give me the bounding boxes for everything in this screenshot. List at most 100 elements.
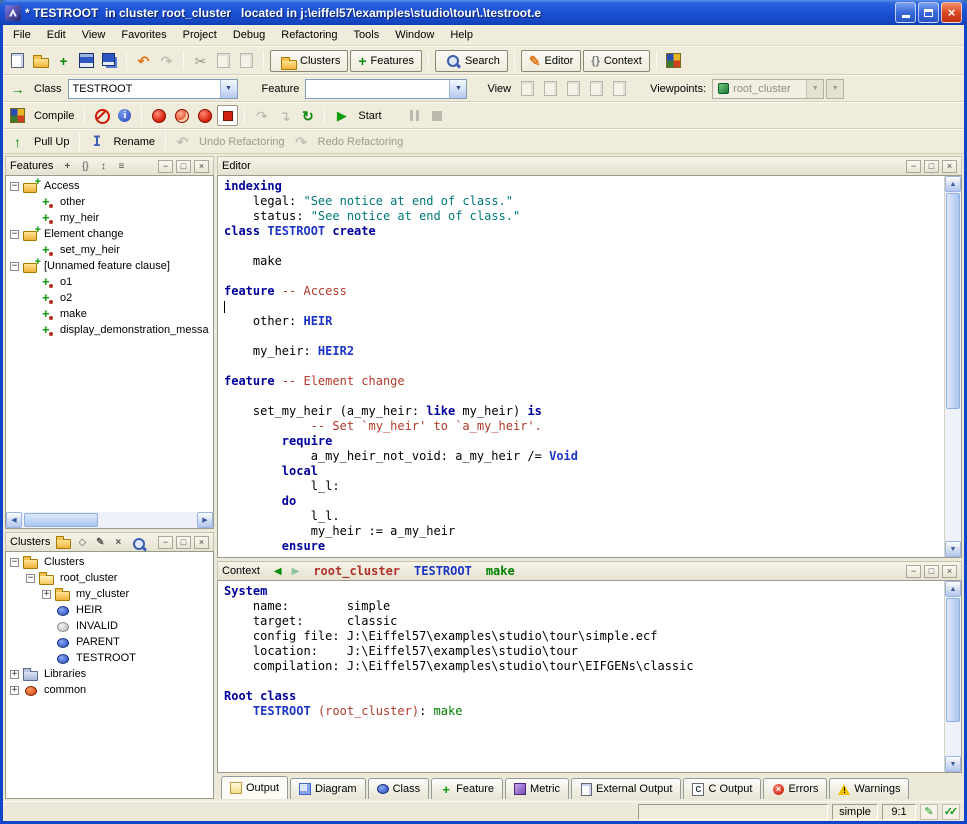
- open-file-button[interactable]: [30, 50, 51, 71]
- tree-item-my-heir[interactable]: my_heir: [6, 210, 213, 226]
- open-class-icon[interactable]: →: [7, 78, 28, 99]
- freeze-button[interactable]: [171, 105, 192, 126]
- code-line[interactable]: l_l:: [224, 479, 942, 494]
- code-line[interactable]: config file: J:\Eiffel57\examples\studio…: [224, 629, 942, 644]
- context-close-button[interactable]: ×: [942, 565, 957, 578]
- code-line[interactable]: set_my_heir (a_my_heir: like my_heir) is: [224, 404, 942, 419]
- tree-item-invalid[interactable]: INVALID: [6, 618, 213, 634]
- tab-metric[interactable]: Metric: [505, 778, 569, 799]
- collapse-icon[interactable]: −: [10, 262, 19, 271]
- code-line[interactable]: -- Set `my_heir' to `a_my_heir'.: [224, 419, 942, 434]
- context-vertical-scrollbar[interactable]: ▲ ▼: [944, 581, 961, 772]
- editor-code-area[interactable]: indexing legal: "See notice at end of cl…: [218, 176, 944, 557]
- tab-class[interactable]: Class: [368, 778, 430, 799]
- tab-warnings[interactable]: Warnings: [829, 778, 909, 799]
- breadcrumb-cluster[interactable]: root_cluster: [313, 564, 400, 578]
- features-close-button[interactable]: ×: [194, 160, 209, 173]
- breadcrumb-feature[interactable]: make: [486, 564, 515, 578]
- code-line[interactable]: [224, 359, 942, 374]
- new-file-button[interactable]: [7, 50, 28, 71]
- rename-button[interactable]: Rename: [109, 136, 159, 148]
- history-forward-icon[interactable]: ▶: [292, 566, 300, 577]
- code-line[interactable]: location: J:\Eiffel57\examples\studio\to…: [224, 644, 942, 659]
- editor-maximize-button[interactable]: □: [924, 160, 939, 173]
- tree-item-testroot[interactable]: TESTROOT: [6, 650, 213, 666]
- code-line[interactable]: indexing: [224, 179, 942, 194]
- search-cluster-icon[interactable]: [128, 535, 144, 550]
- tree-item-access[interactable]: −Access: [6, 178, 213, 194]
- collapse-icon[interactable]: −: [10, 230, 19, 239]
- tree-item-o1[interactable]: o1: [6, 274, 213, 290]
- menu-window[interactable]: Window: [387, 26, 442, 44]
- rename-icon[interactable]: I: [86, 131, 107, 152]
- features-maximize-button[interactable]: □: [176, 160, 191, 173]
- external-editor-button[interactable]: [663, 50, 684, 71]
- code-line[interactable]: Root class: [224, 689, 942, 704]
- code-line[interactable]: my_heir := a_my_heir: [224, 524, 942, 539]
- breadcrumb-class[interactable]: TESTROOT: [414, 564, 472, 578]
- sort-icon[interactable]: ↕: [95, 159, 111, 174]
- tree-item-root-cluster[interactable]: −root_cluster: [6, 570, 213, 586]
- code-line[interactable]: [224, 329, 942, 344]
- tree-item-o2[interactable]: o2: [6, 290, 213, 306]
- pull-up-icon[interactable]: ↑: [7, 131, 28, 152]
- edit-cluster-icon[interactable]: ✎: [92, 535, 108, 550]
- tree-item-libraries[interactable]: +Libraries: [6, 666, 213, 682]
- code-line[interactable]: a_my_heir_not_void: a_my_heir /= Void: [224, 449, 942, 464]
- tab-c-output[interactable]: C Output: [683, 778, 761, 799]
- scroll-up-icon[interactable]: ▲: [945, 176, 961, 192]
- features-minimize-button[interactable]: −: [158, 160, 173, 173]
- discard-assertions-button[interactable]: [91, 105, 112, 126]
- code-line[interactable]: feature -- Element change: [224, 374, 942, 389]
- save-button[interactable]: [76, 50, 97, 71]
- properties-icon[interactable]: ◇: [74, 535, 90, 550]
- vertical-scroll-thumb[interactable]: [946, 598, 960, 722]
- code-line[interactable]: feature -- Access: [224, 284, 942, 299]
- braces-icon[interactable]: {}: [77, 159, 93, 174]
- run-workbench-button[interactable]: ↻: [297, 105, 318, 126]
- precompile-button[interactable]: [217, 105, 238, 126]
- list-view-icon[interactable]: ≡: [113, 159, 129, 174]
- feature-combo[interactable]: ▼: [305, 79, 467, 99]
- features-button[interactable]: + Features: [350, 50, 422, 72]
- menu-favorites[interactable]: Favorites: [113, 26, 174, 44]
- code-line[interactable]: compilation: J:\Eiffel57\examples\studio…: [224, 659, 942, 674]
- tab-output[interactable]: Output: [221, 776, 288, 799]
- compile-icon[interactable]: [7, 105, 28, 126]
- features-horizontal-scrollbar[interactable]: ◀ ▶: [5, 512, 214, 529]
- scroll-up-icon[interactable]: ▲: [945, 581, 961, 597]
- code-line[interactable]: l_l.: [224, 509, 942, 524]
- menu-refactoring[interactable]: Refactoring: [273, 26, 345, 44]
- code-line[interactable]: target: classic: [224, 614, 942, 629]
- delete-cluster-icon[interactable]: ×: [110, 535, 126, 550]
- tree-item-other[interactable]: other: [6, 194, 213, 210]
- tab-external-output[interactable]: External Output: [571, 778, 681, 799]
- clusters-minimize-button[interactable]: −: [158, 536, 173, 549]
- code-line[interactable]: [224, 269, 942, 284]
- context-button[interactable]: {} Context: [583, 50, 649, 72]
- code-line[interactable]: [224, 674, 942, 689]
- expand-icon[interactable]: +: [10, 670, 19, 679]
- tree-item-make[interactable]: make: [6, 306, 213, 322]
- tree-item-set-my-heir[interactable]: set_my_heir: [6, 242, 213, 258]
- code-line[interactable]: System: [224, 584, 942, 599]
- code-line[interactable]: require: [224, 434, 942, 449]
- save-all-button[interactable]: [99, 50, 120, 71]
- tree-item-parent[interactable]: PARENT: [6, 634, 213, 650]
- menu-view[interactable]: View: [74, 26, 114, 44]
- history-back-icon[interactable]: ◀: [274, 566, 282, 577]
- class-combo[interactable]: TESTROOT ▼: [68, 79, 238, 99]
- pull-up-button[interactable]: Pull Up: [30, 136, 73, 148]
- editor-minimize-button[interactable]: −: [906, 160, 921, 173]
- code-line[interactable]: legal: "See notice at end of class.": [224, 194, 942, 209]
- editor-close-button[interactable]: ×: [942, 160, 957, 173]
- menu-help[interactable]: Help: [442, 26, 481, 44]
- code-line[interactable]: make: [224, 254, 942, 269]
- collapse-icon[interactable]: −: [10, 558, 19, 567]
- search-button[interactable]: Search: [435, 50, 508, 72]
- clusters-close-button[interactable]: ×: [194, 536, 209, 549]
- vertical-scroll-track[interactable]: [945, 597, 961, 756]
- system-info-button[interactable]: [114, 105, 135, 126]
- menu-file[interactable]: File: [5, 26, 39, 44]
- restore-button[interactable]: [918, 2, 939, 23]
